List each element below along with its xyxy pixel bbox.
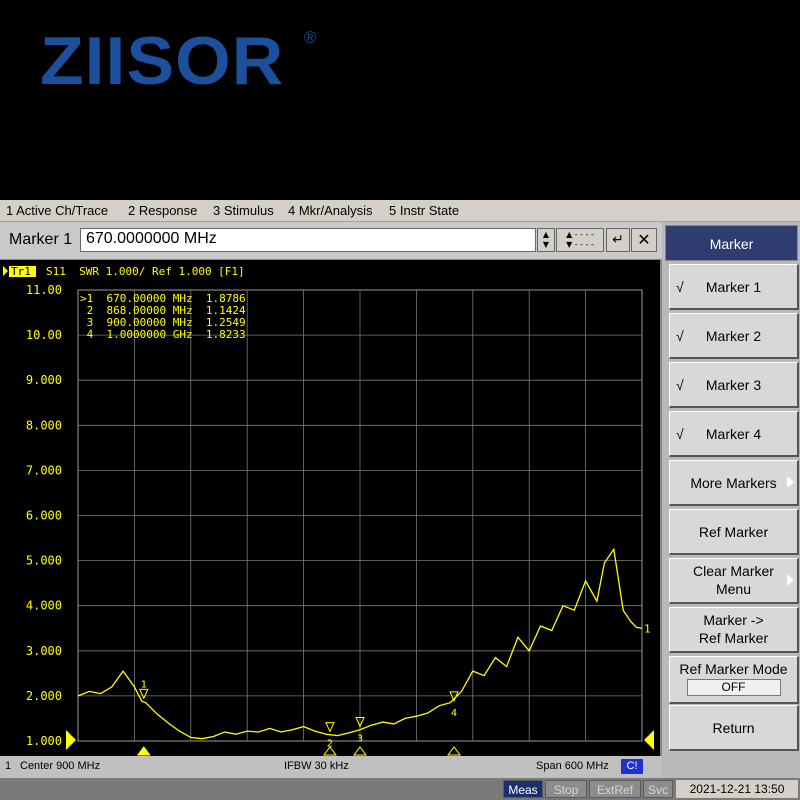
- marker-4-label: 4: [451, 708, 457, 719]
- y-tick-label: 2.000: [26, 689, 62, 703]
- clear-marker-menu-button[interactable]: Clear Marker Menu: [669, 558, 799, 604]
- channel-status-bar: 1 Center 900 MHz IFBW 30 kHz Span 600 MH…: [0, 756, 662, 778]
- marker-2-button[interactable]: √ Marker 2: [669, 313, 799, 359]
- ref-marker-button[interactable]: Ref Marker: [669, 509, 799, 555]
- marker-1-button[interactable]: √ Marker 1: [669, 264, 799, 310]
- chart-panel: 11.00 10.00 9.000 8.000 7.000 6.000 5.000 4.000…: [0, 260, 662, 756]
- softkey-label: Ref Marker: [698, 524, 769, 540]
- ref-level-right-arrow-icon: [644, 730, 654, 750]
- submenu-arrow-icon: [787, 574, 794, 586]
- ref-marker-mode-button[interactable]: Ref Marker Mode OFF: [669, 656, 799, 704]
- softkey-panel: Marker √ Marker 1 √ Marker 2 √ Marker 3 …: [662, 222, 800, 780]
- registered-mark: ®: [304, 28, 317, 47]
- softkey-label: Marker 4: [705, 426, 762, 442]
- marker-to-ref-marker-button[interactable]: Marker -> Ref Marker: [669, 607, 799, 653]
- trace-badge[interactable]: Tr1: [11, 265, 31, 278]
- marker-1-triangle: [139, 688, 149, 700]
- submenu-arrow-icon: [787, 476, 794, 488]
- softkey-label-line2: Ref Marker: [698, 630, 769, 646]
- softkey-label-line2: Menu: [715, 581, 752, 597]
- entry-label: Marker 1: [9, 231, 73, 248]
- stop-indicator[interactable]: Stop: [545, 780, 587, 798]
- y-tick-label: 9.000: [26, 373, 62, 387]
- y-tick-label: 11.00: [26, 283, 62, 297]
- softkey-label: Marker 2: [705, 328, 762, 344]
- channel-number: 1: [5, 760, 12, 772]
- softkey-label-line1: Marker ->: [703, 612, 764, 628]
- y-tick-label: 4.000: [26, 599, 62, 613]
- check-icon: √: [676, 426, 684, 442]
- trace-header: S11 SWR 1.000/ Ref 1.000 [F1]: [46, 265, 245, 278]
- logo-area: ZIISOR ®: [0, 0, 800, 200]
- extref-indicator[interactable]: ExtRef: [589, 780, 641, 798]
- span-frequency[interactable]: Span 600 MHz: [536, 760, 609, 772]
- menu-stimulus[interactable]: 3 Stimulus: [213, 203, 274, 218]
- marker-2-label: 2: [327, 739, 333, 750]
- if-bandwidth[interactable]: IFBW 30 kHz: [284, 760, 349, 772]
- y-tick-label: 7.000: [26, 463, 62, 477]
- softkey-title: Marker: [665, 225, 798, 261]
- trace-end-label: 1: [644, 622, 651, 635]
- softkey-label: Marker 3: [705, 377, 762, 393]
- meas-indicator[interactable]: Meas: [503, 780, 543, 798]
- center-frequency[interactable]: Center 900 MHz: [20, 760, 100, 772]
- date-time: 2021-12-21 13:50: [676, 780, 798, 798]
- y-tick-label: 3.000: [26, 644, 62, 658]
- swr-chart: 11.00 10.00 9.000 8.000 7.000 6.000 5.000 4.000…: [3, 265, 654, 756]
- marker-frequency-input[interactable]: 670.0000000 MHz: [80, 228, 536, 252]
- menu-mkr-analysis[interactable]: 4 Mkr/Analysis: [288, 203, 373, 218]
- menu-active-ch-trace[interactable]: 1 Active Ch/Trace: [6, 203, 108, 218]
- ref-level-left-arrow-icon: [66, 730, 76, 750]
- marker-4-axis-indicator: [447, 746, 461, 756]
- y-tick-label: 1.000: [26, 734, 62, 748]
- y-tick-label: 6.000: [26, 509, 62, 523]
- marker-3-axis-indicator: [353, 746, 367, 756]
- step-up-down-button[interactable]: ▲ - - - - ▼ - - - -: [556, 228, 604, 252]
- check-icon: √: [676, 328, 684, 344]
- trace-active-arrow-icon: [3, 266, 8, 276]
- menu-instr-state[interactable]: 5 Instr State: [389, 203, 459, 218]
- y-tick-label: 8.000: [26, 418, 62, 432]
- menu-response[interactable]: 2 Response: [128, 203, 197, 218]
- marker-3-button[interactable]: √ Marker 3: [669, 362, 799, 408]
- y-tick-label: 5.000: [26, 554, 62, 568]
- softkey-label-line1: Clear Marker: [693, 563, 774, 579]
- calibration-badge: C!: [621, 759, 643, 774]
- more-markers-button[interactable]: More Markers: [669, 460, 799, 506]
- y-tick-label: 10.00: [26, 328, 62, 342]
- softkey-label: More Markers: [690, 475, 777, 491]
- svc-indicator[interactable]: Svc: [643, 780, 673, 798]
- softkey-label: Return: [712, 720, 755, 736]
- softkey-label: Marker 1: [705, 279, 762, 295]
- marker-3-label: 3: [357, 734, 363, 745]
- marker-4-button[interactable]: √ Marker 4: [669, 411, 799, 457]
- softkey-label: Ref Marker Mode: [679, 661, 788, 677]
- instrument-status-bar: Meas Stop ExtRef Svc 2021-12-21 13:50: [0, 778, 800, 800]
- marker-1-axis-indicator: [136, 746, 151, 756]
- marker-entry-bar: Marker 1 670.0000000 MHz ▲ ▼ ▲ - - - - ▼ -…: [0, 222, 662, 260]
- return-button[interactable]: Return: [669, 705, 799, 751]
- marker-1-label: 1: [141, 679, 147, 690]
- enter-icon[interactable]: ↵: [606, 228, 630, 252]
- menu-bar: 1 Active Ch/Trace 2 Response 3 Stimulus …: [0, 200, 800, 222]
- check-icon: √: [676, 377, 684, 393]
- ref-marker-mode-value: OFF: [686, 679, 781, 696]
- marker-table-row-4: 4 1.0000000 GHz 1.8233: [80, 328, 246, 341]
- spin-up-down-button[interactable]: ▲ ▼: [537, 228, 555, 252]
- close-icon[interactable]: ✕: [631, 228, 657, 252]
- brand-logo: ZIISOR: [40, 23, 285, 99]
- marker-2-triangle: [325, 722, 335, 733]
- check-icon: √: [676, 279, 684, 295]
